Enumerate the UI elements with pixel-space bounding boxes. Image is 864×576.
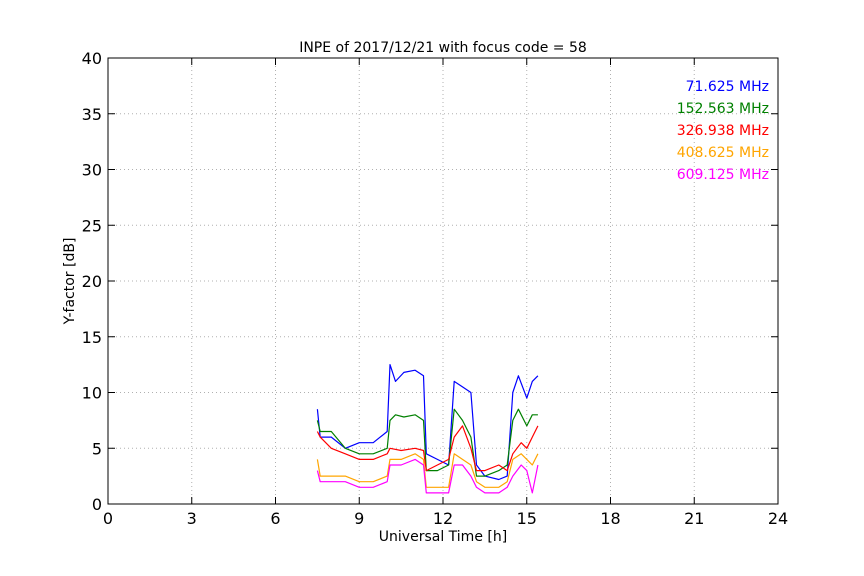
- y-tick-label: 25: [82, 216, 102, 235]
- y-tick-label: 40: [82, 49, 102, 68]
- y-tick-label: 35: [82, 105, 102, 124]
- legend-entry: 71.625 MHz: [686, 79, 769, 95]
- x-tick-label: 3: [187, 509, 197, 528]
- x-tick-label: 21: [684, 509, 704, 528]
- legend: 71.625 MHz 152.563 MHz 326.938 MHz 408.625 …: [677, 79, 769, 183]
- x-tick-label: 24: [768, 509, 788, 528]
- y-tick-label: 10: [82, 384, 102, 403]
- y-tick-label: 15: [82, 328, 102, 347]
- chart: INPE of 2017/12/21 with focus code = 58 …: [0, 0, 864, 576]
- y-tick-label: 0: [92, 495, 102, 514]
- x-tick-label: 15: [517, 509, 537, 528]
- legend-entry: 326.938 MHz: [677, 123, 769, 139]
- chart-title: INPE of 2017/12/21 with focus code = 58: [299, 40, 587, 56]
- x-tick-label: 18: [600, 509, 620, 528]
- x-tick-label: 6: [270, 509, 280, 528]
- x-tick-label: 12: [433, 509, 453, 528]
- y-tick-label: 5: [92, 439, 102, 458]
- x-tick-label: 0: [103, 509, 113, 528]
- x-axis-label: Universal Time [h]: [379, 529, 507, 545]
- y-tick-label: 20: [82, 272, 102, 291]
- y-axis-label: Y-factor [dB]: [62, 238, 78, 326]
- legend-entry: 152.563 MHz: [677, 101, 769, 117]
- x-tick-label: 9: [354, 509, 364, 528]
- legend-entry: 609.125 MHz: [677, 167, 769, 183]
- y-tick-label: 30: [82, 161, 102, 180]
- legend-entry: 408.625 MHz: [677, 145, 769, 161]
